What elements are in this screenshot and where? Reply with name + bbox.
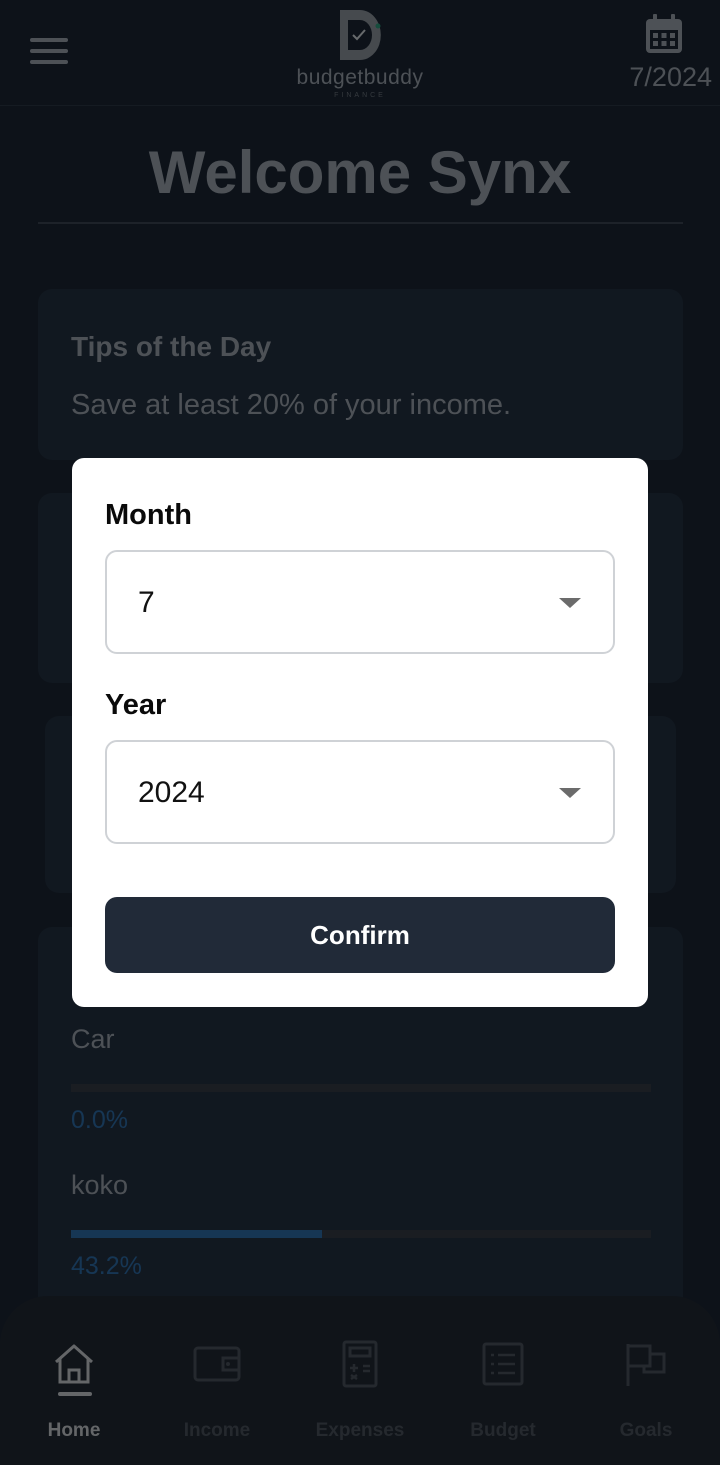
month-label: Month — [105, 499, 192, 531]
year-select[interactable]: 2024 — [105, 740, 615, 844]
confirm-button[interactable]: Confirm — [105, 897, 615, 973]
month-select[interactable]: 7 — [105, 550, 615, 654]
chevron-down-icon — [559, 598, 581, 608]
month-select-value: 7 — [138, 586, 155, 619]
chevron-down-icon — [559, 788, 581, 798]
year-select-value: 2024 — [138, 776, 205, 809]
year-label: Year — [105, 689, 167, 721]
period-picker-dialog: Month 7 Year 2024 Confirm — [72, 458, 648, 1007]
